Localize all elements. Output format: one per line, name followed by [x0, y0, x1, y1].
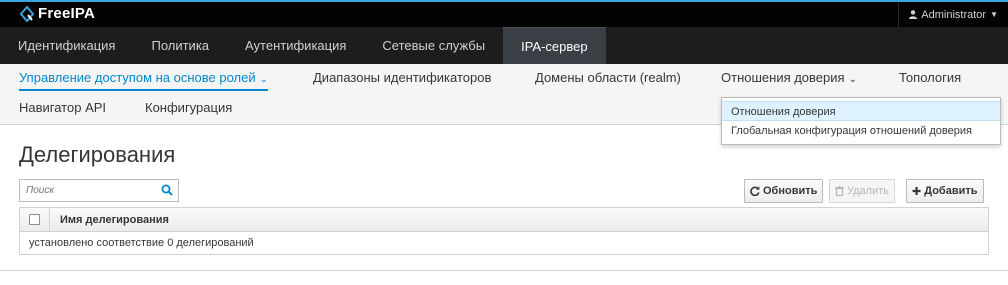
logo-text: FreeIPA: [38, 5, 95, 22]
nav-ipa-server[interactable]: IPA-сервер: [503, 27, 606, 64]
add-button[interactable]: ✚ Добавить: [906, 179, 984, 203]
subnav-trusts-label: Отношения доверия: [721, 70, 845, 85]
user-menu[interactable]: Administrator ▼: [898, 2, 1008, 27]
trusts-dropdown-menu: Отношения доверия Глобальная конфигураци…: [721, 97, 1001, 145]
delete-label: Удалить: [847, 185, 889, 197]
refresh-label: Обновить: [763, 185, 818, 197]
table-summary-row: установлено соответствие 0 делегирований: [20, 232, 988, 254]
search-icon[interactable]: [161, 184, 173, 196]
subnav-realm-domains[interactable]: Домены области (realm): [535, 70, 681, 85]
subnav-configuration[interactable]: Конфигурация: [145, 100, 232, 115]
subnav-rbac[interactable]: Управление доступом на основе ролей ⌄: [19, 70, 269, 91]
subnav-api-browser[interactable]: Навигатор API: [19, 100, 106, 115]
subnav-rbac-label: Управление доступом на основе ролей: [19, 70, 256, 85]
nav-network-services[interactable]: Сетевые службы: [364, 27, 503, 64]
refresh-button[interactable]: Обновить: [744, 179, 824, 203]
table-summary: установлено соответствие 0 делегирований: [29, 237, 254, 249]
dropdown-item-global-trust-config[interactable]: Глобальная конфигурация отношений довери…: [722, 121, 1000, 141]
subnav-id-ranges[interactable]: Диапазоны идентификаторов: [313, 70, 491, 85]
add-label: Добавить: [924, 185, 978, 197]
page-title: Делегирования: [19, 142, 176, 167]
dropdown-item-trusts[interactable]: Отношения доверия: [722, 101, 1000, 121]
nav-policy[interactable]: Политика: [133, 27, 227, 64]
table-header: Имя делегирования: [20, 207, 988, 232]
nav-identity[interactable]: Идентификация: [0, 27, 133, 64]
subnav-topology[interactable]: Топология: [899, 70, 961, 85]
caret-down-icon: ▼: [990, 10, 998, 19]
freeipa-logo-icon: [19, 5, 35, 22]
delegations-table: Имя делегирования установлено соответств…: [19, 207, 989, 255]
brand-logo[interactable]: FreeIPA: [19, 5, 95, 22]
top-header: FreeIPA Administrator ▼: [0, 0, 1008, 27]
search-box: [19, 179, 179, 202]
chevron-down-icon: ⌄: [259, 74, 269, 85]
search-input[interactable]: [20, 180, 150, 201]
page-divider: [0, 270, 1008, 271]
primary-nav: Идентификация Политика Аутентификация Се…: [0, 27, 1008, 64]
trash-icon: [835, 186, 844, 196]
column-header-delegation-name[interactable]: Имя делегирования: [50, 214, 169, 226]
delete-button[interactable]: Удалить: [829, 179, 895, 203]
select-all-checkbox[interactable]: [29, 214, 40, 225]
user-name: Administrator: [921, 8, 987, 21]
chevron-down-icon: ⌄: [848, 74, 857, 85]
subnav-trusts[interactable]: Отношения доверия ⌄: [721, 70, 857, 85]
nav-authentication[interactable]: Аутентификация: [227, 27, 364, 64]
select-all-cell: [20, 207, 50, 232]
refresh-icon: [750, 186, 760, 196]
plus-icon: ✚: [912, 185, 922, 198]
user-icon: [909, 10, 918, 19]
